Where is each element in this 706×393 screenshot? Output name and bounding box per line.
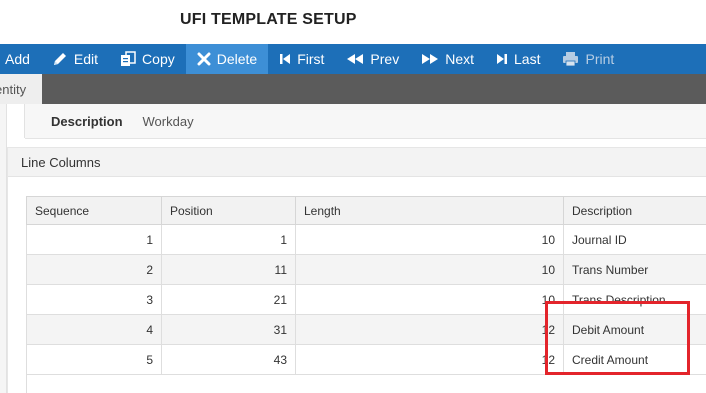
next-button[interactable]: Next (410, 44, 485, 74)
grid-header-row: Sequence Position Length Description (26, 196, 706, 225)
skip-forward-icon (496, 52, 508, 66)
tab-entity-label: entity (0, 81, 27, 97)
sequence-cell: 4 (26, 314, 162, 345)
column-header-description[interactable]: Description (563, 196, 706, 225)
table-row[interactable]: 5 43 12 Credit Amount (26, 344, 706, 375)
description-cell: Journal ID (563, 224, 706, 255)
pencil-icon (52, 51, 68, 67)
position-cell: 11 (161, 254, 296, 285)
table-row[interactable]: 3 21 10 Trans Description (26, 284, 706, 315)
edit-label: Edit (73, 51, 99, 67)
length-cell: 12 (295, 344, 564, 375)
position-cell: 21 (161, 284, 296, 315)
sequence-cell: 1 (26, 224, 162, 255)
prev-button[interactable]: Prev (335, 44, 410, 74)
position-cell: 1 (161, 224, 296, 255)
length-cell: 10 (295, 224, 564, 255)
position-cell: 31 (161, 314, 296, 345)
length-cell: 10 (295, 254, 564, 285)
first-button[interactable]: First (268, 44, 335, 74)
column-header-length[interactable]: Length (295, 196, 564, 225)
print-button[interactable]: Print (551, 44, 625, 74)
description-value: Workday (142, 113, 194, 129)
fast-forward-icon (421, 52, 439, 66)
first-label: First (297, 51, 325, 67)
line-columns-grid: Sequence Position Length Description 1 1… (26, 196, 706, 375)
description-cell: Debit Amount (563, 314, 706, 345)
delete-label: Delete (216, 51, 258, 67)
sequence-cell: 3 (26, 284, 162, 315)
table-row[interactable]: 2 11 10 Trans Number (26, 254, 706, 285)
sequence-cell: 5 (26, 344, 162, 375)
description-cell: Credit Amount (563, 344, 706, 375)
section-title: Line Columns (21, 154, 101, 170)
column-header-sequence[interactable]: Sequence (26, 196, 162, 225)
length-cell: 12 (295, 314, 564, 345)
last-label: Last (514, 51, 541, 67)
x-icon (197, 52, 211, 66)
table-row[interactable]: 4 31 12 Debit Amount (26, 314, 706, 345)
sequence-cell: 2 (26, 254, 162, 285)
add-label: Add (5, 51, 30, 67)
last-button[interactable]: Last (485, 44, 551, 74)
delete-button[interactable]: Delete (185, 44, 269, 74)
description-label: Description (51, 113, 123, 129)
next-label: Next (445, 51, 475, 67)
printer-icon (562, 51, 579, 67)
edit-button[interactable]: Edit (41, 44, 109, 74)
tab-bar: entity (0, 74, 706, 104)
toolbar: Add Edit Copy Delete First Prev Next Las… (0, 44, 706, 74)
copy-label: Copy (142, 51, 175, 67)
description-row-divider (24, 104, 25, 138)
copy-icon (120, 51, 136, 67)
description-cell: Trans Number (563, 254, 706, 285)
tab-entity[interactable]: entity (0, 74, 42, 104)
page-title: UFI TEMPLATE SETUP (180, 11, 357, 28)
skip-back-icon (279, 52, 291, 66)
section-header[interactable]: Line Columns (8, 148, 706, 177)
length-cell: 10 (295, 284, 564, 315)
column-header-position[interactable]: Position (161, 196, 296, 225)
description-row: Description Workday (25, 104, 706, 139)
position-cell: 43 (161, 344, 296, 375)
add-button[interactable]: Add (0, 44, 41, 74)
copy-button[interactable]: Copy (109, 44, 186, 74)
print-label: Print (585, 51, 615, 67)
rewind-icon (346, 52, 364, 66)
prev-label: Prev (370, 51, 400, 67)
ufi-template-setup-page: UFI TEMPLATE SETUP Add Edit Copy Delete (0, 0, 706, 393)
left-rail (0, 104, 7, 393)
grid-empty-area (26, 372, 706, 393)
table-row[interactable]: 1 1 10 Journal ID (26, 224, 706, 255)
description-cell: Trans Description (563, 284, 706, 315)
